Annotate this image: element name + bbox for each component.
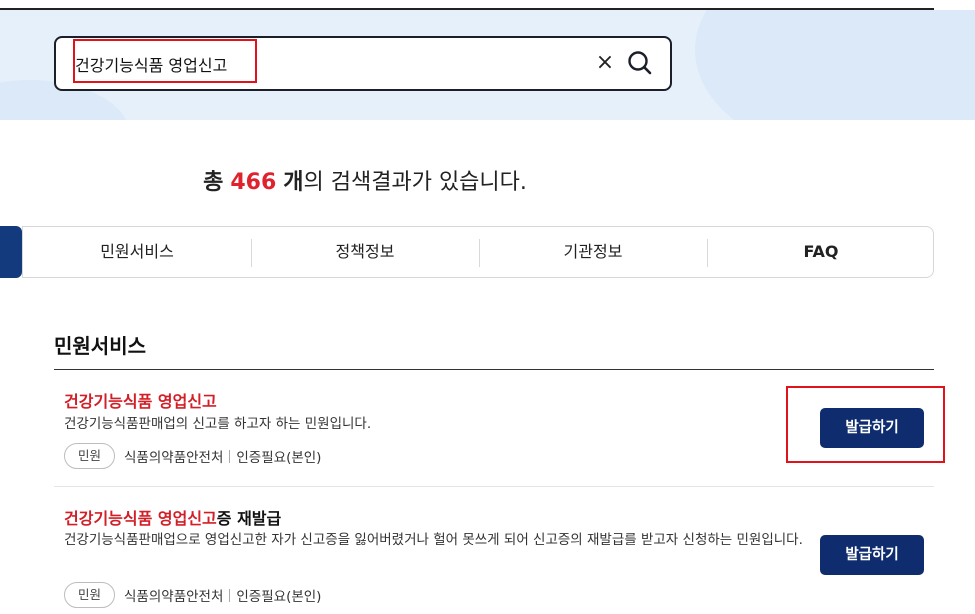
result-summary: 총 466 개의 검색결과가 있습니다. — [0, 164, 730, 196]
issue-button[interactable]: 발급하기 — [820, 535, 924, 575]
tab-faq[interactable]: FAQ — [707, 227, 935, 277]
summary-suffix: 의 검색결과가 있습니다. — [303, 170, 527, 195]
annotation-highlight-search — [73, 39, 257, 83]
tab-active-indicator — [0, 226, 22, 278]
result-title-link[interactable]: 건강기능식품 영업신고 — [64, 388, 217, 412]
summary-prefix: 총 — [203, 170, 224, 195]
annotation-highlight-button — [786, 386, 945, 463]
result-title-link[interactable]: 건강기능식품 영업신고증 재발급 — [64, 505, 281, 529]
result-title-highlight: 건강기능식품 영업신고 — [64, 392, 217, 411]
summary-unit: 개 — [283, 170, 304, 195]
auth-requirement: 인증필요(본인) — [236, 589, 322, 605]
section-title: 민원서비스 — [54, 334, 146, 358]
auth-requirement: 인증필요(본인) — [236, 450, 322, 466]
result-item: 건강기능식품 영업신고증 재발급 건강기능식품판매업으로 영업신고한 자가 신고… — [54, 487, 934, 614]
tab-policy-info[interactable]: 정책정보 — [251, 227, 479, 277]
result-title-rest: 증 재발급 — [216, 509, 282, 528]
agency-name: 식품의약품안전처 — [124, 450, 224, 466]
result-meta: 민원 식품의약품안전처 인증필요(본인) — [64, 582, 321, 608]
result-count: 466 — [230, 170, 277, 195]
type-badge: 민원 — [64, 443, 116, 469]
meta-divider — [229, 449, 231, 463]
agency-name: 식품의약품안전처 — [124, 589, 224, 605]
result-description: 건강기능식품판매업의 신고를 하고자 하는 민원입니다. — [64, 416, 372, 432]
result-title-highlight: 건강기능식품 영업신고 — [64, 509, 217, 528]
result-meta: 민원 식품의약품안전처 인증필요(본인) — [64, 443, 321, 469]
search-icon[interactable] — [623, 46, 657, 80]
close-icon[interactable]: × — [594, 48, 616, 78]
type-badge: 민원 — [64, 582, 116, 608]
banner-decoration — [695, 10, 975, 120]
tab-civil-service[interactable]: 민원서비스 — [23, 227, 251, 277]
category-tabs: 민원서비스 정책정보 기관정보 FAQ — [22, 226, 934, 278]
meta-divider — [229, 588, 231, 602]
result-description: 건강기능식품판매업으로 영업신고한 자가 신고증을 잃어버렸거나 헐어 못쓰게 … — [64, 532, 803, 548]
tab-agency-info[interactable]: 기관정보 — [479, 227, 707, 277]
